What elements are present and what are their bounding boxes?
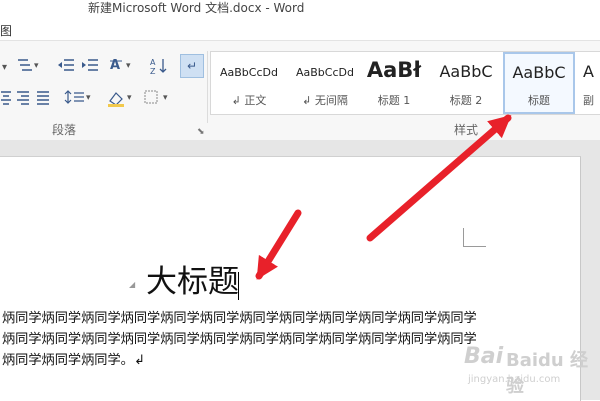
style-name: ↲ 正文 [231, 94, 267, 107]
style-no-spacing[interactable]: AaBbCcDd ↲ 无间隔 [287, 52, 363, 114]
style-heading-1[interactable]: AaBł 标题 1 [363, 52, 425, 114]
document-heading[interactable]: 大标题 [146, 262, 239, 302]
svg-text:▾: ▾ [126, 61, 131, 71]
ribbon: ▾ ▾ A ▾ AZ ↵ ▾ ▾ ▾ 段落 ⬊ AaBbCcDd ↲ 正文 Aa… [0, 40, 600, 142]
style-normal[interactable]: AaBbCcDd ↲ 正文 [211, 52, 287, 114]
ribbon-tab-partial[interactable]: 图 [0, 22, 20, 40]
style-name: ↲ 无间隔 [302, 94, 348, 107]
svg-text:▾: ▾ [2, 62, 7, 73]
style-preview: AaBbCcDd [220, 66, 278, 79]
svg-text:A: A [150, 58, 156, 67]
paragraph-group-label: 段落 [52, 123, 77, 137]
svg-text:↵: ↵ [187, 59, 197, 73]
style-heading-2[interactable]: AaBbC 标题 2 [431, 52, 501, 114]
bullets-dropdown-icon[interactable]: ▾ [2, 59, 12, 73]
asian-layout-icon[interactable]: A ▾ [110, 57, 138, 73]
multilevel-list-icon[interactable]: ▾ [16, 57, 44, 73]
style-subtitle-partial[interactable]: A 副 [577, 52, 600, 114]
decrease-indent-icon[interactable] [56, 57, 76, 73]
svg-text:▾: ▾ [127, 93, 132, 103]
svg-text:A: A [110, 58, 120, 73]
svg-text:Z: Z [150, 67, 156, 75]
paragraph-line[interactable]: 炳同学炳同学炳同学炳同学炳同学炳同学炳同学炳同学炳同学炳同学炳同学炳同学 [2, 308, 477, 329]
style-name: 副 [583, 94, 594, 107]
svg-text:▾: ▾ [86, 93, 91, 103]
paragraph-line[interactable]: 炳同学炳同学炳同学。↲ [2, 350, 145, 371]
style-preview: AaBbC [512, 63, 566, 82]
watermark-url: jingyan.baidu.com [468, 374, 561, 385]
style-name: 标题 1 [377, 94, 411, 107]
style-title-selected[interactable]: AaBbC 标题 [503, 52, 575, 114]
baidu-paw-icon: Bai [464, 344, 504, 369]
styles-group-label: 样式 [454, 123, 479, 137]
style-preview: AaBbC [439, 62, 493, 81]
line-spacing-icon[interactable]: ▾ [64, 89, 94, 105]
style-name: 标题 2 [449, 94, 483, 107]
align-right-icon[interactable] [16, 89, 30, 105]
svg-text:▾: ▾ [34, 61, 39, 71]
style-preview: A [583, 62, 594, 81]
heading-collapse-icon[interactable]: ◢ [129, 280, 135, 289]
watermark: Bai Baidu 经验 jingyan.baidu.com [464, 344, 590, 397]
sort-icon[interactable]: AZ [150, 57, 170, 75]
align-center-icon[interactable] [0, 89, 12, 105]
window-title: 新建Microsoft Word 文档.docx - Word [88, 1, 305, 15]
margin-crop-mark [463, 228, 486, 247]
paragraph-dialog-launcher-icon[interactable]: ⬊ [197, 127, 205, 137]
shading-icon[interactable]: ▾ [106, 89, 136, 107]
styles-gallery: AaBbCcDd ↲ 正文 AaBbCcDd ↲ 无间隔 AaBł 标题 1 A… [210, 51, 600, 115]
style-preview: AaBbCcDd [296, 66, 354, 79]
borders-icon[interactable]: ▾ [143, 89, 173, 105]
svg-text:▾: ▾ [163, 93, 168, 103]
style-preview: AaBł [366, 58, 422, 82]
paragraph-line[interactable]: 炳同学炳同学炳同学炳同学炳同学炳同学炳同学炳同学炳同学炳同学炳同学炳同学 [2, 329, 477, 350]
watermark-brand: Baidu 经验 [506, 350, 589, 397]
style-name: 标题 [528, 94, 550, 107]
title-bar: 新建Microsoft Word 文档.docx - Word [0, 0, 600, 20]
group-separator [207, 51, 208, 123]
show-formatting-marks-icon[interactable]: ↵ [180, 54, 204, 78]
increase-indent-icon[interactable] [80, 57, 100, 73]
justify-icon[interactable] [36, 89, 50, 105]
text-cursor [238, 272, 239, 300]
